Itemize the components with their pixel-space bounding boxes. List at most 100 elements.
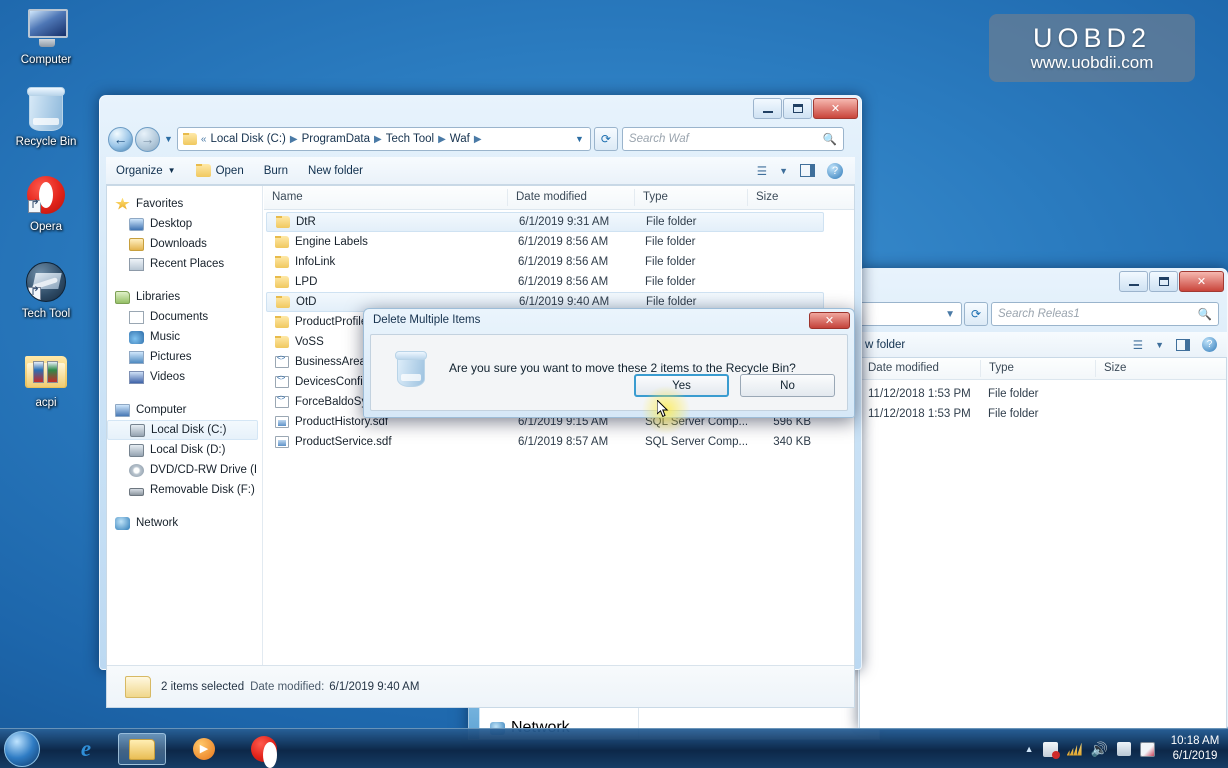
navigation-pane[interactable]: Favorites Desktop Downloads Recent Places Li… <box>107 186 263 707</box>
bg-column-header-date[interactable]: Date modified <box>860 360 980 377</box>
new-folder-button[interactable]: New folder <box>298 157 373 184</box>
minimize-button[interactable] <box>753 98 782 119</box>
bg-window-addressbar[interactable]: ▼ ⟳ Search Releas1 🔍 <box>858 302 1220 326</box>
search-input[interactable]: Search Waf 🔍 <box>621 127 844 151</box>
desktop-icon <box>129 217 144 231</box>
background-window-releas1[interactable]: ✕ ▼ ⟳ Search Releas1 🔍 w folder ☰ ▼ ? Da… <box>858 268 1228 730</box>
table-row[interactable]: ProductService.sdf 6/1/2019 8:57 AM SQL Se… <box>266 432 824 452</box>
chevron-down-icon[interactable]: ▼ <box>779 166 788 176</box>
clock[interactable]: 10:18 AM 6/1/2019 <box>1164 734 1226 764</box>
sidebar-item-local-disk-d[interactable]: Local Disk (D:) <box>107 440 258 460</box>
no-button[interactable]: No <box>740 374 835 397</box>
sidebar-item-documents[interactable]: Documents <box>107 307 258 327</box>
sidebar-item-music[interactable]: Music <box>107 327 258 347</box>
sidebar-item-removable-disk-f[interactable]: Removable Disk (F:) <box>107 480 258 500</box>
sidebar-item-recent-places[interactable]: Recent Places <box>107 254 258 274</box>
explorer-toolbar[interactable]: Organize ▼ Open Burn New folder ☰ ▼ ? <box>106 157 855 185</box>
action-center-icon[interactable] <box>1042 741 1060 759</box>
taskbar[interactable]: e ▶ ▲ 🔊 10:18 AM 6/1/2019 <box>0 728 1228 768</box>
help-icon[interactable]: ? <box>1202 337 1217 352</box>
recent-pages-dropdown[interactable]: ▼ <box>164 134 173 144</box>
bg-column-header-type[interactable]: Type <box>980 360 1095 377</box>
system-tray[interactable]: ▲ 🔊 10:18 AM 6/1/2019 <box>1025 729 1226 768</box>
desktop-icon-computer[interactable]: Computer <box>0 4 92 67</box>
breadcrumb-item-1[interactable]: ProgramData <box>298 132 374 146</box>
forward-button[interactable]: → <box>135 126 160 152</box>
desktop-icon-recycle-bin[interactable]: Recycle Bin <box>0 86 92 149</box>
column-header-type[interactable]: Type <box>634 189 747 206</box>
dialog-close-button[interactable]: ✕ <box>809 312 850 329</box>
start-button[interactable] <box>4 731 40 767</box>
taskbar-item-windows-explorer[interactable] <box>118 733 166 765</box>
breadcrumb[interactable]: « Local Disk (C:) ▶ ProgramData ▶ Tech Too… <box>176 127 591 151</box>
breadcrumb-item-0[interactable]: Local Disk (C:) <box>206 132 289 146</box>
address-dropdown-arrow[interactable]: ▼ <box>575 134 584 144</box>
sidebar-item-libraries[interactable]: Libraries <box>107 287 258 307</box>
preview-pane-icon[interactable] <box>800 164 815 177</box>
breadcrumb-item-3[interactable]: Waf <box>446 132 474 146</box>
refresh-icon[interactable]: ⟳ <box>964 302 988 326</box>
table-row[interactable]: DtR 6/1/2019 9:31 AM File folder <box>266 212 824 232</box>
show-hidden-icons-button[interactable]: ▲ <box>1025 744 1034 754</box>
recent-places-icon <box>129 257 144 271</box>
sidebar-item-computer[interactable]: Computer <box>107 400 258 420</box>
taskbar-item-opera[interactable] <box>240 733 288 768</box>
sidebar-item-downloads[interactable]: Downloads <box>107 234 258 254</box>
table-row[interactable]: Engine Labels 6/1/2019 8:56 AM File folder <box>266 232 824 252</box>
table-row[interactable]: LPD 6/1/2019 8:56 AM File folder <box>266 272 824 292</box>
power-icon[interactable] <box>1117 742 1131 756</box>
column-header-date[interactable]: Date modified <box>507 189 634 206</box>
back-button[interactable]: ← <box>108 126 133 152</box>
desktop-icon-opera[interactable]: Opera <box>0 171 92 234</box>
taskbar-item-media-player[interactable]: ▶ <box>180 733 228 765</box>
table-row[interactable]: 11/12/2018 1:53 PM File folder <box>860 404 1226 424</box>
breadcrumb-item-2[interactable]: Tech Tool <box>382 132 438 146</box>
sidebar-item-local-disk-c[interactable]: Local Disk (C:) <box>107 420 258 440</box>
column-header-name[interactable]: Name <box>264 189 507 206</box>
sidebar-item-videos[interactable]: Videos <box>107 367 258 387</box>
sidebar-item-network[interactable]: Network <box>107 513 258 533</box>
maximize-button[interactable] <box>783 98 812 119</box>
preview-pane-icon[interactable] <box>1176 338 1190 351</box>
explorer-titlebar[interactable]: ✕ <box>99 95 862 125</box>
sidebar-item-desktop[interactable]: Desktop <box>107 214 258 234</box>
volume-icon[interactable]: 🔊 <box>1091 741 1108 758</box>
bg-column-headers[interactable]: Date modified Type Size <box>860 358 1226 380</box>
bg-window-toolbar[interactable]: w folder ☰ ▼ ? <box>859 332 1227 358</box>
taskbar-item-internet-explorer[interactable]: e <box>62 733 110 765</box>
delete-confirmation-dialog[interactable]: Delete Multiple Items ✕ Are you sure you… <box>363 308 855 418</box>
open-button[interactable]: Open <box>186 157 254 184</box>
network-icon[interactable] <box>1066 742 1082 756</box>
file-name: VoSS <box>295 336 324 348</box>
file-list[interactable]: DtR 6/1/2019 9:31 AM File folder Engine Lab… <box>266 212 854 664</box>
view-list-icon[interactable]: ☰ <box>757 164 767 178</box>
desktop-icon-tech-tool[interactable]: Tech Tool <box>0 258 92 321</box>
chevron-down-icon[interactable]: ▼ <box>1155 340 1164 350</box>
minimize-button[interactable] <box>1119 271 1148 292</box>
view-list-icon[interactable]: ☰ <box>1133 338 1143 352</box>
organize-button[interactable]: Organize ▼ <box>106 157 186 184</box>
file-name: ProductProfile <box>295 316 368 328</box>
custom-tray-icon[interactable] <box>1140 741 1155 757</box>
column-headers[interactable]: Name Date modified Type Size <box>264 186 854 210</box>
bg-search-input[interactable]: Search Releas1 🔍 <box>991 302 1219 326</box>
desktop-icon-acpi[interactable]: acpi <box>0 347 92 410</box>
close-button[interactable]: ✕ <box>1179 271 1224 292</box>
address-dropdown-arrow[interactable]: ▼ <box>858 302 962 326</box>
burn-button[interactable]: Burn <box>254 157 298 184</box>
refresh-icon[interactable]: ⟳ <box>593 127 618 151</box>
xml-file-icon <box>275 395 289 408</box>
bg-column-header-size[interactable]: Size <box>1095 360 1155 377</box>
table-row[interactable]: InfoLink 6/1/2019 8:56 AM File folder <box>266 252 824 272</box>
table-row[interactable]: 11/12/2018 1:53 PM File folder <box>860 384 1226 404</box>
maximize-button[interactable] <box>1149 271 1178 292</box>
sidebar-item-favorites[interactable]: Favorites <box>107 194 258 214</box>
sidebar-item-dvd-cd-rw-drive-i[interactable]: DVD/CD-RW Drive (I <box>107 460 258 480</box>
column-header-size[interactable]: Size <box>747 189 817 206</box>
sidebar-item-pictures[interactable]: Pictures <box>107 347 258 367</box>
explorer-addressbar[interactable]: ← → ▼ « Local Disk (C:) ▶ ProgramData ▶ Te… <box>108 126 853 152</box>
help-icon[interactable]: ? <box>827 162 843 179</box>
bg-window-titlebar[interactable]: ✕ <box>858 268 1228 298</box>
bg-toolbar-newfolder-label[interactable]: w folder <box>859 339 905 351</box>
close-button[interactable]: ✕ <box>813 98 858 119</box>
